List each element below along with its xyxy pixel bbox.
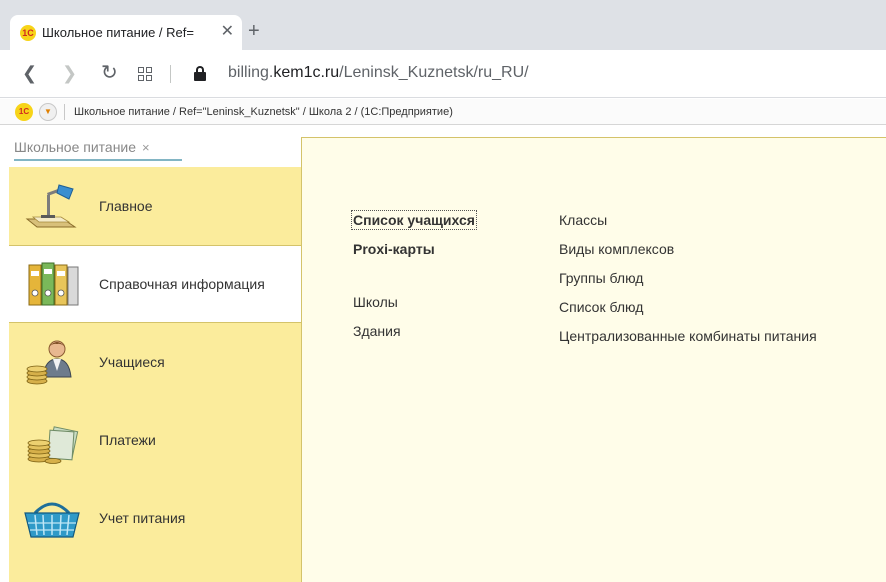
title-separator — [64, 103, 65, 120]
link-dish-groups[interactable]: Группы блюд — [559, 270, 643, 286]
url-prefix: billing. — [228, 64, 274, 81]
sidebar-item-students[interactable]: Учащиеся — [9, 323, 301, 401]
1c-favicon-icon: 1С — [20, 24, 36, 41]
coins-banknotes-icon — [27, 426, 79, 464]
apps-grid-icon[interactable] — [138, 67, 152, 81]
url-path: /Leninsk_Kuznetsk/ru_RU/ — [339, 64, 529, 81]
sidebar-item-payments[interactable]: Платежи — [9, 401, 301, 479]
link-proxi-cards[interactable]: Proxi-карты — [353, 241, 435, 257]
browser-tab[interactable]: 1С Школьное питание / Ref= ✕ — [10, 15, 242, 50]
link-central-food-plants[interactable]: Централизованные комбинаты питания — [559, 328, 817, 344]
basket-icon — [24, 502, 80, 538]
address-bar[interactable]: billing.kem1c.ru/Leninsk_Kuznetsk/ru_RU/ — [228, 64, 529, 82]
link-classes[interactable]: Классы — [559, 212, 607, 228]
link-schools[interactable]: Школы — [353, 294, 398, 310]
link-buildings[interactable]: Здания — [353, 323, 401, 339]
close-icon[interactable]: ✕ — [221, 24, 234, 40]
browser-toolbar: ❮ ❯ ↻ billing.kem1c.ru/Leninsk_Kuznetsk/… — [0, 50, 886, 98]
sidebar-item-label: Платежи — [99, 432, 156, 448]
binders-icon — [28, 262, 79, 306]
1c-logo-icon: 1С — [15, 102, 33, 121]
desk-lamp-icon — [25, 184, 77, 228]
student-coins-icon — [26, 340, 72, 385]
section-tab[interactable]: Школьное питание × — [14, 135, 182, 161]
close-icon[interactable]: × — [142, 140, 150, 155]
toolbar-separator — [170, 65, 171, 83]
sidebar-item-food-accounting[interactable]: Учет питания — [9, 479, 301, 557]
forward-arrow-icon[interactable]: ❯ — [62, 62, 77, 84]
link-students-list[interactable]: Список учащихся — [351, 210, 477, 230]
plus-icon[interactable]: + — [248, 20, 260, 42]
section-content-panel: Список учащихся Proxi-карты Школы Здания… — [301, 137, 886, 582]
main-menu-icon[interactable]: ▼ — [39, 102, 57, 121]
section-tab-label: Школьное питание — [14, 139, 137, 155]
back-arrow-icon[interactable]: ❮ — [22, 62, 37, 84]
app-title-bar: 1С ▼ Школьное питание / Ref="Leninsk_Kuz… — [0, 99, 886, 125]
browser-tab-strip: 1С Школьное питание / Ref= ✕ + — [0, 0, 886, 50]
sidebar-item-label: Учет питания — [99, 510, 186, 526]
app-window-title: Школьное питание / Ref="Leninsk_Kuznetsk… — [74, 105, 453, 118]
sections-sidebar: Главное Справочная информация Учащиеся П… — [9, 167, 301, 582]
sidebar-item-label: Учащиеся — [99, 354, 165, 370]
browser-tab-title: Школьное питание / Ref= — [42, 25, 194, 40]
lock-icon[interactable] — [194, 66, 206, 82]
sidebar-item-reference[interactable]: Справочная информация — [9, 245, 301, 323]
link-complex-types[interactable]: Виды комплексов — [559, 241, 674, 257]
sidebar-item-label: Главное — [99, 198, 153, 214]
sidebar-item-label: Справочная информация — [99, 276, 265, 292]
url-host: kem1c.ru — [273, 64, 340, 81]
link-dish-list[interactable]: Список блюд — [559, 299, 643, 315]
sidebar-item-main[interactable]: Главное — [9, 167, 301, 245]
reload-icon[interactable]: ↻ — [101, 62, 118, 84]
